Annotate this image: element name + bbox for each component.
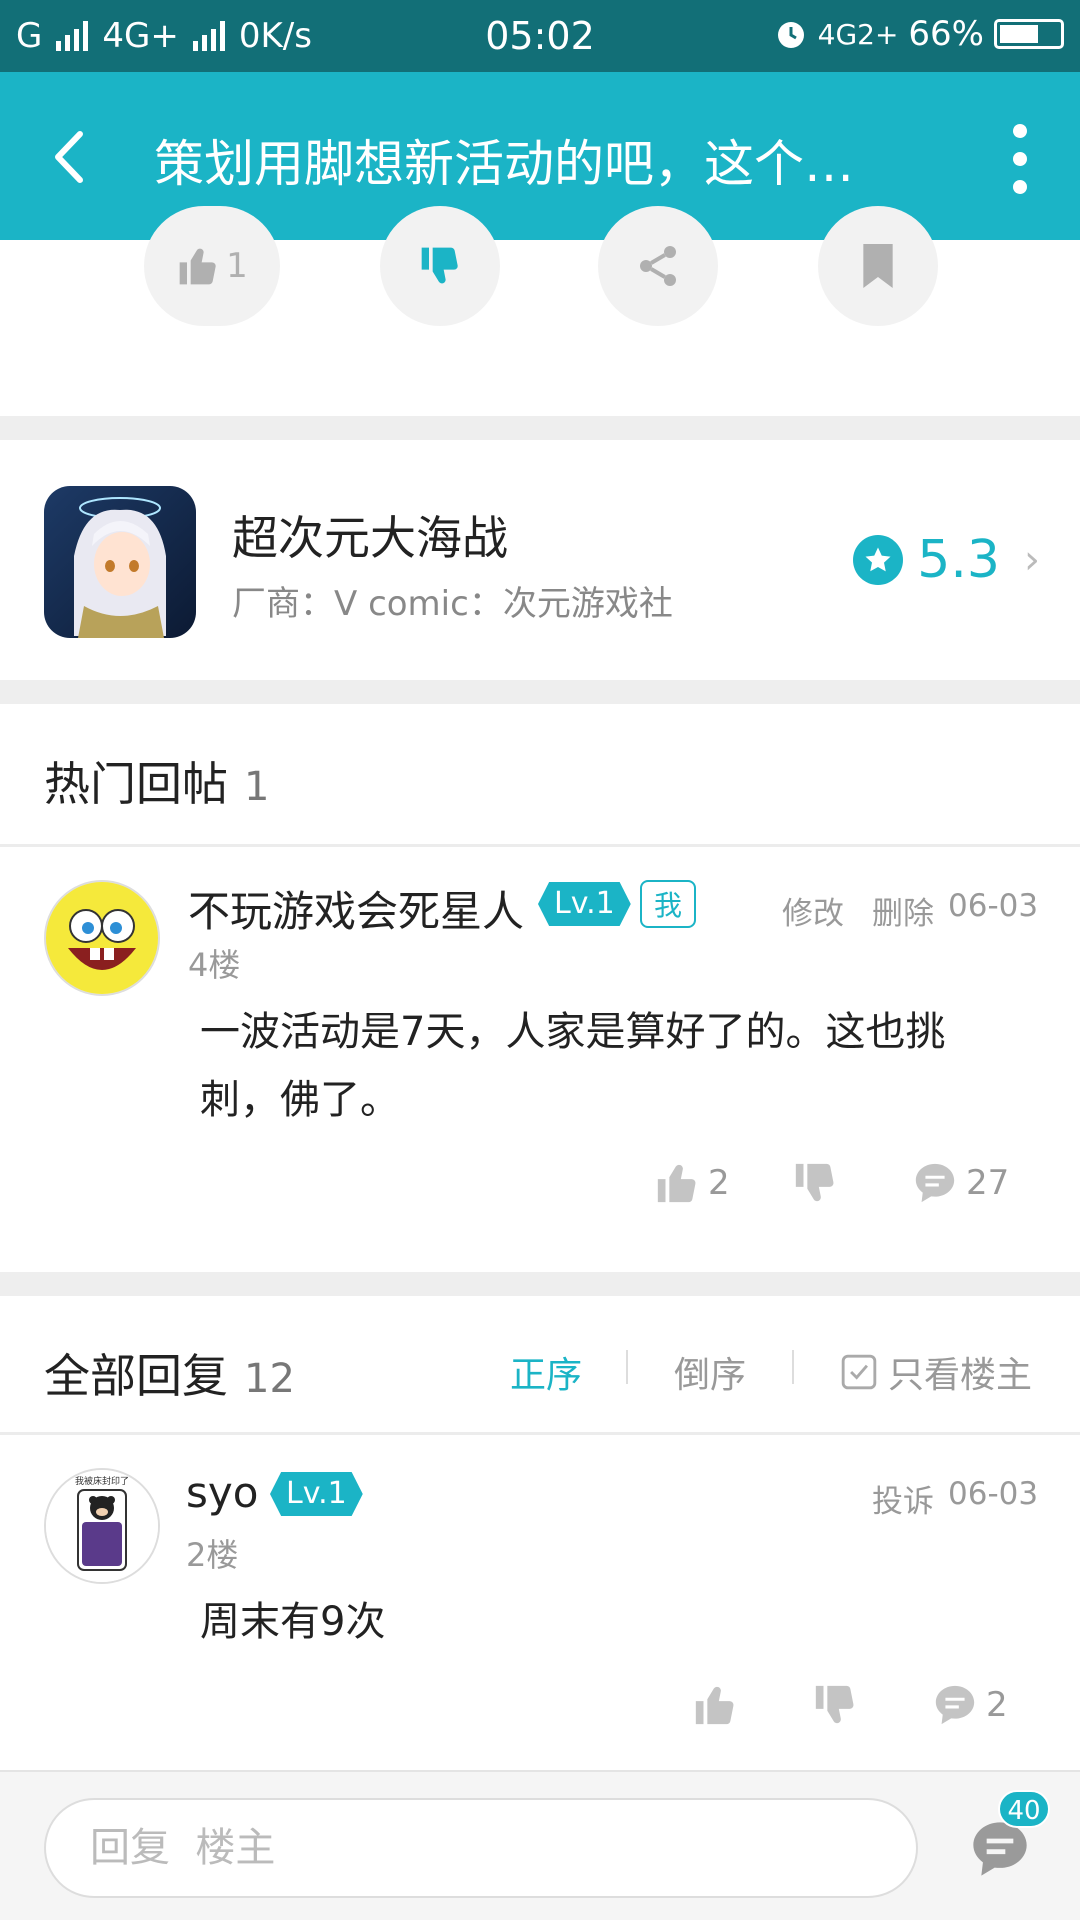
reply-comment-button[interactable]: 2 bbox=[932, 1682, 1008, 1728]
reply-date: 06-03 bbox=[948, 1476, 1039, 1512]
bookmark-button[interactable] bbox=[818, 206, 938, 326]
edit-link[interactable]: 修改 bbox=[782, 888, 844, 933]
back-icon[interactable] bbox=[40, 122, 100, 192]
reply-content: 一波活动是7天，人家是算好了的。这也挑刺，佛了。 bbox=[200, 1009, 946, 1123]
thumbs-down-icon bbox=[795, 1163, 834, 1202]
hot-replies-header: 热门回帖 1 bbox=[44, 748, 269, 814]
separator bbox=[626, 1350, 628, 1384]
reply-date: 06-03 bbox=[948, 888, 1039, 924]
more-menu-icon[interactable] bbox=[1000, 124, 1040, 194]
avatar[interactable] bbox=[44, 880, 160, 996]
section-divider bbox=[0, 680, 1080, 704]
network2-label: 4G2+ bbox=[817, 17, 899, 51]
delete-link[interactable]: 删除 bbox=[872, 888, 934, 933]
checkbox-icon bbox=[841, 1354, 877, 1390]
all-replies-header: 全部回复 12 bbox=[44, 1340, 295, 1406]
game-rating: 5.3 › bbox=[853, 530, 1040, 590]
thumbs-up-icon bbox=[179, 248, 216, 285]
game-name: 超次元大海战 bbox=[232, 511, 508, 565]
game-icon bbox=[44, 486, 196, 638]
level-badge: Lv.1 bbox=[270, 1472, 363, 1516]
reply-comment-count: 27 bbox=[966, 1163, 1010, 1203]
game-vendor: 厂商：V comic：次元游戏社 bbox=[232, 584, 673, 624]
floor-number: 2楼 bbox=[186, 1536, 239, 1574]
reply-dislike-button[interactable] bbox=[812, 1682, 858, 1728]
status-bar: G 4G+ 0K/s 05:02 4G2+ 66% bbox=[0, 0, 1080, 72]
messages-badge: 40 bbox=[998, 1790, 1050, 1828]
share-button[interactable] bbox=[598, 206, 718, 326]
bottom-bar: 40 bbox=[0, 1770, 1080, 1920]
rating-value: 5.3 bbox=[917, 530, 1000, 590]
reply-dislike-button[interactable] bbox=[792, 1160, 838, 1206]
me-tag: 我 bbox=[640, 880, 697, 928]
level-badge: Lv.1 bbox=[538, 882, 631, 926]
separator bbox=[792, 1350, 794, 1384]
reply-comment-count: 2 bbox=[986, 1685, 1008, 1725]
reply-like-button[interactable]: 2 bbox=[654, 1160, 730, 1206]
dislike-post-button[interactable] bbox=[380, 206, 500, 326]
separator bbox=[0, 844, 1080, 847]
section-divider bbox=[0, 416, 1080, 440]
title-bar: 策划用脚想新活动的吧，这个… bbox=[0, 72, 1080, 240]
battery-icon bbox=[994, 19, 1064, 49]
reply-input[interactable] bbox=[44, 1798, 918, 1898]
separator bbox=[0, 1432, 1080, 1435]
star-icon bbox=[853, 535, 904, 585]
comment-icon bbox=[935, 1685, 975, 1725]
section-divider bbox=[0, 1272, 1080, 1296]
chevron-right-icon: › bbox=[1024, 537, 1040, 583]
all-replies-count: 12 bbox=[244, 1356, 295, 1402]
thumbs-down-icon bbox=[421, 247, 458, 284]
only-op-toggle[interactable]: 只看楼主 bbox=[840, 1346, 1032, 1398]
reply-username[interactable]: syo bbox=[186, 1468, 258, 1517]
reply-username[interactable]: 不玩游戏会死星人 bbox=[188, 878, 524, 939]
like-post-button[interactable]: 1 bbox=[144, 206, 280, 326]
share-icon bbox=[640, 246, 676, 286]
avatar[interactable]: 我被床封印了 bbox=[44, 1468, 160, 1584]
thumbs-up-icon bbox=[695, 1686, 734, 1725]
reply-like-button[interactable] bbox=[692, 1682, 738, 1728]
reply-content: 周末有9次 bbox=[200, 1599, 386, 1645]
alarm-icon bbox=[777, 22, 804, 48]
bookmark-icon bbox=[863, 244, 893, 288]
page-title: 策划用脚想新活动的吧，这个… bbox=[154, 135, 854, 193]
thumbs-down-icon bbox=[815, 1685, 854, 1724]
battery-percent: 66% bbox=[908, 14, 984, 54]
sort-desc-tab[interactable]: 倒序 bbox=[674, 1346, 746, 1398]
thumbs-up-icon bbox=[657, 1164, 696, 1203]
comment-icon bbox=[915, 1163, 955, 1203]
only-op-label: 只看楼主 bbox=[888, 1355, 1033, 1396]
report-link[interactable]: 投诉 bbox=[872, 1476, 934, 1521]
hot-replies-count: 1 bbox=[244, 764, 270, 810]
like-count: 1 bbox=[226, 246, 248, 286]
floor-number: 4楼 bbox=[188, 946, 241, 984]
avatar-caption: 我被床封印了 bbox=[75, 1475, 129, 1487]
reply-like-count: 2 bbox=[708, 1163, 730, 1203]
sort-asc-tab[interactable]: 正序 bbox=[510, 1346, 582, 1398]
all-replies-title: 全部回复 bbox=[44, 1349, 228, 1403]
reply-comment-button[interactable]: 27 bbox=[912, 1160, 1009, 1206]
hot-replies-title: 热门回帖 bbox=[44, 757, 228, 811]
